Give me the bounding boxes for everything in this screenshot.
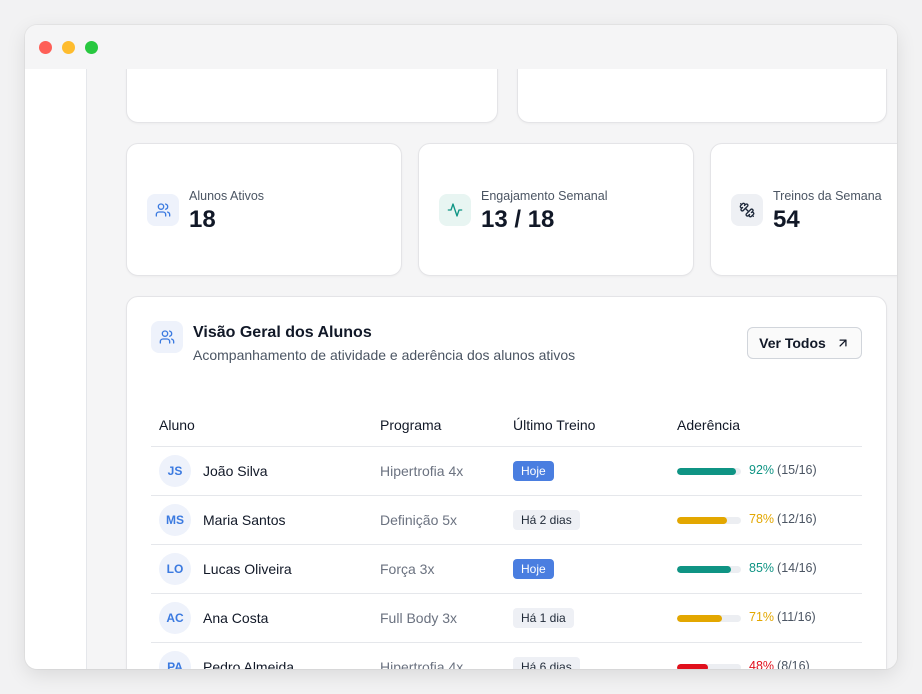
adherence-bar-fill: [677, 566, 732, 573]
adherence-bar: [677, 566, 741, 573]
student-name: Lucas Oliveira: [203, 561, 292, 577]
students-overview-card: Visão Geral dos Alunos Acompanhamento de…: [126, 296, 887, 669]
stat-label: Engajamento Semanal: [481, 189, 608, 203]
column-header-student: Aluno: [159, 417, 195, 433]
adherence-bar: [677, 468, 741, 475]
avatar: JS: [159, 455, 191, 487]
table-header: Aluno Programa Último Treino Aderência: [151, 407, 862, 447]
last-workout-badge: Há 2 dias: [513, 510, 580, 530]
column-header-program: Programa: [380, 417, 442, 433]
main-content: Alunos Ativos 18 Engajamento Semanal 13 …: [87, 69, 897, 669]
table-row[interactable]: JS João Silva Hipertrofia 4x Hoje 92% (15…: [151, 447, 862, 496]
view-all-label: Ver Todos: [759, 335, 826, 351]
student-program: Full Body 3x: [380, 610, 458, 626]
adherence-bar-fill: [677, 468, 736, 475]
adherence-bar: [677, 517, 741, 524]
users-icon: [147, 194, 179, 226]
arrow-up-right-icon: [836, 336, 850, 350]
adherence-bar-fill: [677, 615, 723, 622]
student-program: Hipertrofia 4x: [380, 659, 464, 669]
stat-card-active-students: Alunos Ativos 18: [126, 143, 402, 276]
title-bar: [25, 25, 897, 69]
table-row[interactable]: LO Lucas Oliveira Força 3x Hoje 85% (14/1…: [151, 545, 862, 594]
avatar: LO: [159, 553, 191, 585]
maximize-window-button[interactable]: [85, 40, 98, 54]
adherence-bar-fill: [677, 517, 727, 524]
adherence-bar-fill: [677, 664, 708, 669]
student-name: Maria Santos: [203, 512, 286, 528]
students-table-body: JS João Silva Hipertrofia 4x Hoje 92% (15…: [151, 447, 862, 669]
overview-subtitle: Acompanhamento de atividade e aderência …: [193, 347, 576, 363]
last-workout-badge: Há 6 dias: [513, 657, 580, 669]
last-workout-badge: Há 1 dia: [513, 608, 574, 628]
stat-card-weekly-workouts: Treinos da Semana 54: [710, 143, 897, 276]
adherence-value: 92% (15/16): [749, 463, 817, 477]
app-window: Alunos Ativos 18 Engajamento Semanal 13 …: [25, 25, 897, 669]
last-workout-badge: Hoje: [513, 461, 554, 481]
table-row[interactable]: PA Pedro Almeida Hipertrofia 4x Há 6 dia…: [151, 643, 862, 669]
overview-title: Visão Geral dos Alunos: [193, 324, 372, 341]
column-header-adherence: Aderência: [677, 417, 741, 433]
stat-value: 13 / 18: [481, 206, 555, 233]
student-program: Definição 5x: [380, 512, 458, 528]
stat-value: 18: [189, 206, 216, 233]
adherence-bar: [677, 615, 741, 622]
avatar: PA: [159, 651, 191, 669]
avatar: MS: [159, 504, 191, 536]
avatar: AC: [159, 602, 191, 634]
activity-icon: [439, 194, 471, 226]
table-row[interactable]: MS Maria Santos Definição 5x Há 2 dias 7…: [151, 496, 862, 545]
viewport: Alunos Ativos 18 Engajamento Semanal 13 …: [25, 69, 897, 669]
student-program: Força 3x: [380, 561, 435, 577]
table-row[interactable]: AC Ana Costa Full Body 3x Há 1 dia 71% (1…: [151, 594, 862, 643]
stat-value: 54: [773, 206, 800, 233]
stat-card-weekly-engagement: Engajamento Semanal 13 / 18: [418, 143, 694, 276]
adherence-value: 48% (8/16): [749, 659, 810, 669]
adherence-value: 71% (11/16): [749, 610, 816, 624]
student-name: João Silva: [203, 463, 268, 479]
column-header-last-workout: Último Treino: [513, 417, 596, 433]
dumbbell-icon: [731, 194, 763, 226]
minimize-window-button[interactable]: [62, 40, 75, 54]
student-name: Pedro Almeida: [203, 659, 295, 669]
adherence-value: 78% (12/16): [749, 512, 817, 526]
close-window-button[interactable]: [39, 40, 52, 54]
sidebar: [25, 69, 87, 669]
top-card-left: [126, 69, 498, 123]
stat-label: Alunos Ativos: [189, 189, 265, 203]
top-card-right: [517, 69, 887, 123]
adherence-value: 85% (14/16): [749, 561, 817, 575]
view-all-button[interactable]: Ver Todos: [747, 327, 862, 359]
last-workout-badge: Hoje: [513, 559, 554, 579]
adherence-bar: [677, 664, 741, 669]
student-name: Ana Costa: [203, 610, 269, 626]
stat-label: Treinos da Semana: [773, 189, 882, 203]
users-icon: [151, 321, 183, 353]
student-program: Hipertrofia 4x: [380, 463, 464, 479]
